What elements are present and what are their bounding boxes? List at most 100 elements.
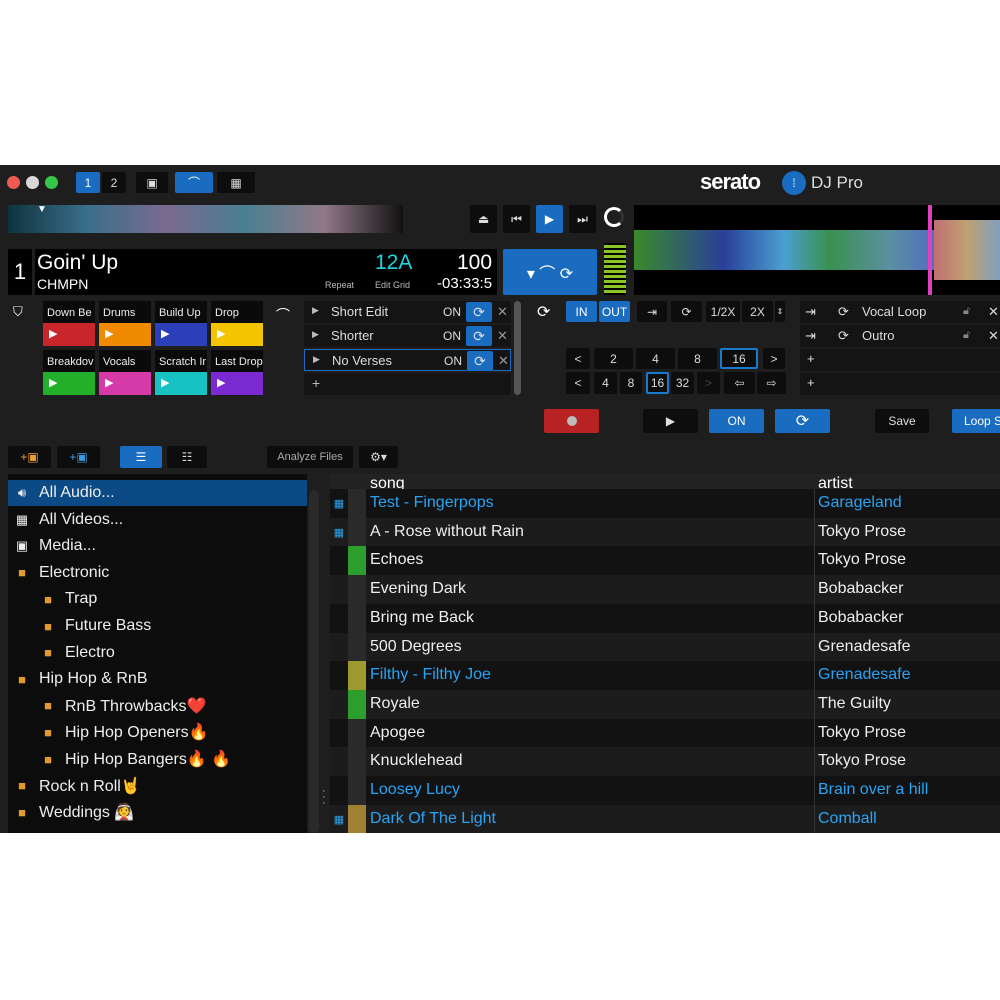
beat-jump-32[interactable]: 32: [671, 372, 694, 394]
sidebar-item[interactable]: ■ Rock n Roll🤘: [8, 773, 307, 799]
loop-mode-icon[interactable]: ⌒: [175, 172, 213, 193]
cue-pad[interactable]: ▶: [155, 323, 207, 346]
on-button[interactable]: ON: [709, 409, 764, 433]
add-loop-button[interactable]: +: [800, 373, 1000, 395]
reloop-icon[interactable]: ⇥: [805, 328, 816, 344]
deck-mode-panel[interactable]: ▾ ⌒ ⟳: [503, 249, 597, 295]
deck-2-tab[interactable]: 2: [102, 172, 126, 193]
previous-track-button[interactable]: ⏮: [503, 205, 530, 233]
flip-on-toggle[interactable]: ON: [443, 305, 461, 319]
cue-mode-icon[interactable]: ▣: [136, 172, 168, 193]
sidebar-item[interactable]: 🔊︎ All Audio...: [8, 480, 307, 506]
loop-icon[interactable]: ⟳: [838, 328, 849, 344]
delete-icon[interactable]: ✕: [497, 328, 508, 344]
save-button[interactable]: Save: [875, 409, 929, 433]
sidebar-item[interactable]: ■ Weddings 👰: [8, 799, 307, 825]
play-button[interactable]: ▶: [536, 205, 563, 233]
table-row[interactable]: Evening Dark Bobabacker: [330, 575, 1000, 605]
beat-jump-next-button[interactable]: >: [697, 372, 720, 394]
video-mode-icon[interactable]: ▦: [217, 172, 255, 193]
overview-waveform[interactable]: [8, 205, 403, 233]
table-row[interactable]: ▦ Test - Fingerpops Garageland: [330, 489, 1000, 518]
delete-icon[interactable]: ✕: [988, 304, 999, 320]
sampler-play-button[interactable]: ▶: [643, 409, 698, 433]
sidebar-item[interactable]: ■ Trap: [8, 586, 307, 612]
beat-jump-8[interactable]: 8: [620, 372, 642, 394]
repeat-button[interactable]: Repeat: [325, 280, 354, 290]
auto-loop-2[interactable]: 2: [594, 348, 633, 369]
flip-loop-icon[interactable]: ⟳: [466, 302, 492, 322]
auto-loop-4[interactable]: 4: [636, 348, 675, 369]
auto-loop-prev-button[interactable]: <: [566, 348, 590, 369]
auto-loop-next-button[interactable]: >: [763, 348, 785, 369]
add-crate-button[interactable]: +▣: [8, 446, 51, 468]
flip-row[interactable]: ▶ Shorter ON ⟳ ✕: [304, 325, 511, 347]
table-row[interactable]: Knucklehead Tokyo Prose: [330, 747, 1000, 777]
table-row[interactable]: 500 Degrees Grenadesafe: [330, 632, 1000, 662]
delete-icon[interactable]: ✕: [497, 304, 508, 320]
list-view-button[interactable]: ☰: [120, 446, 162, 468]
add-loop-button[interactable]: +: [800, 349, 1000, 371]
flip-row-selected[interactable]: ▶ No Verses ON ⟳ ✕: [304, 349, 511, 371]
flip-on-toggle[interactable]: ON: [443, 329, 461, 343]
loop-sync-icon[interactable]: ⟳: [537, 302, 550, 322]
cue-pad[interactable]: ▶: [155, 372, 207, 395]
loop-out-button[interactable]: OUT: [599, 301, 630, 322]
next-track-button[interactable]: ⏭: [569, 205, 596, 233]
table-row[interactable]: Filthy - Filthy Joe Grenadesafe: [330, 661, 1000, 691]
delete-icon[interactable]: ✕: [988, 328, 999, 344]
cue-pad[interactable]: ▶: [211, 323, 263, 346]
table-row[interactable]: ▦ Dark Of The Light Comball: [330, 804, 1000, 833]
play-flip-icon[interactable]: ▶: [312, 305, 319, 316]
sidebar-item[interactable]: ■ Electro: [8, 640, 307, 666]
reloop-icon[interactable]: ⇥: [637, 301, 667, 322]
double-loop-button[interactable]: 2X: [742, 301, 773, 322]
cue-pad[interactable]: ▶: [43, 323, 95, 346]
half-loop-button[interactable]: 1/2X: [706, 301, 740, 322]
beat-jump-prev-button[interactable]: <: [566, 372, 590, 394]
beat-jump-16[interactable]: 16: [646, 372, 669, 394]
beat-jump-4[interactable]: 4: [594, 372, 617, 394]
table-row[interactable]: Loosey Lucy Brain over a hill: [330, 776, 1000, 805]
flip-row[interactable]: ▶ Short Edit ON ⟳ ✕: [304, 301, 511, 323]
play-flip-icon[interactable]: ▶: [313, 354, 320, 365]
saved-loop-row[interactable]: ⇥ ⟳ Outro 🔓︎ ✕: [800, 325, 1000, 347]
deck-1-tab[interactable]: 1: [76, 172, 100, 193]
add-smart-crate-button[interactable]: +▣: [57, 446, 100, 468]
auto-loop-16[interactable]: 16: [720, 348, 758, 369]
flip-on-toggle[interactable]: ON: [444, 354, 462, 368]
minimize-window-button[interactable]: [26, 176, 39, 189]
flip-loop-icon[interactable]: ⟳: [467, 351, 493, 371]
flip-loop-icon[interactable]: ⟳: [466, 326, 492, 346]
flip-list-scrollbar[interactable]: [514, 301, 521, 395]
loop-s-button[interactable]: Loop S: [952, 409, 1000, 433]
sidebar-scrollbar[interactable]: [309, 490, 319, 833]
close-window-button[interactable]: [7, 176, 20, 189]
analyze-files-button[interactable]: Analyze Files: [267, 446, 353, 468]
record-button[interactable]: [544, 409, 599, 433]
cue-pad[interactable]: ▶: [211, 372, 263, 395]
cue-pad[interactable]: ▶: [99, 323, 151, 346]
sidebar-item[interactable]: ■ Future Bass: [8, 613, 307, 639]
settings-gear-icon[interactable]: ⚙▾: [359, 446, 398, 468]
table-row[interactable]: Royale The Guilty: [330, 689, 1000, 719]
loop-size-stepper[interactable]: ⇕: [775, 301, 785, 322]
jump-forward-icon[interactable]: ⇨: [757, 372, 786, 394]
lock-icon[interactable]: 🔓︎: [963, 329, 970, 342]
lock-icon[interactable]: 🔓︎: [963, 305, 970, 318]
sidebar-item[interactable]: ■ Hip Hop & RnB: [8, 666, 307, 692]
main-waveform[interactable]: [634, 205, 1000, 295]
table-row[interactable]: ▦ A - Rose without Rain Tokyo Prose: [330, 517, 1000, 547]
loop-icon[interactable]: ⟳: [838, 304, 849, 320]
table-row[interactable]: Echoes Tokyo Prose: [330, 546, 1000, 576]
maximize-window-button[interactable]: [45, 176, 58, 189]
sidebar-item[interactable]: ▣ Media...: [8, 533, 307, 559]
play-flip-icon[interactable]: ▶: [312, 329, 319, 340]
delete-icon[interactable]: ✕: [498, 353, 509, 369]
add-flip-button[interactable]: +: [304, 373, 511, 395]
detail-view-button[interactable]: ☷: [167, 446, 207, 468]
cue-pad[interactable]: ▶: [99, 372, 151, 395]
sidebar-item[interactable]: ▦ All Videos...: [8, 507, 307, 533]
loop-button[interactable]: ⟳: [775, 409, 830, 433]
table-row[interactable]: Bring me Back Bobabacker: [330, 603, 1000, 633]
